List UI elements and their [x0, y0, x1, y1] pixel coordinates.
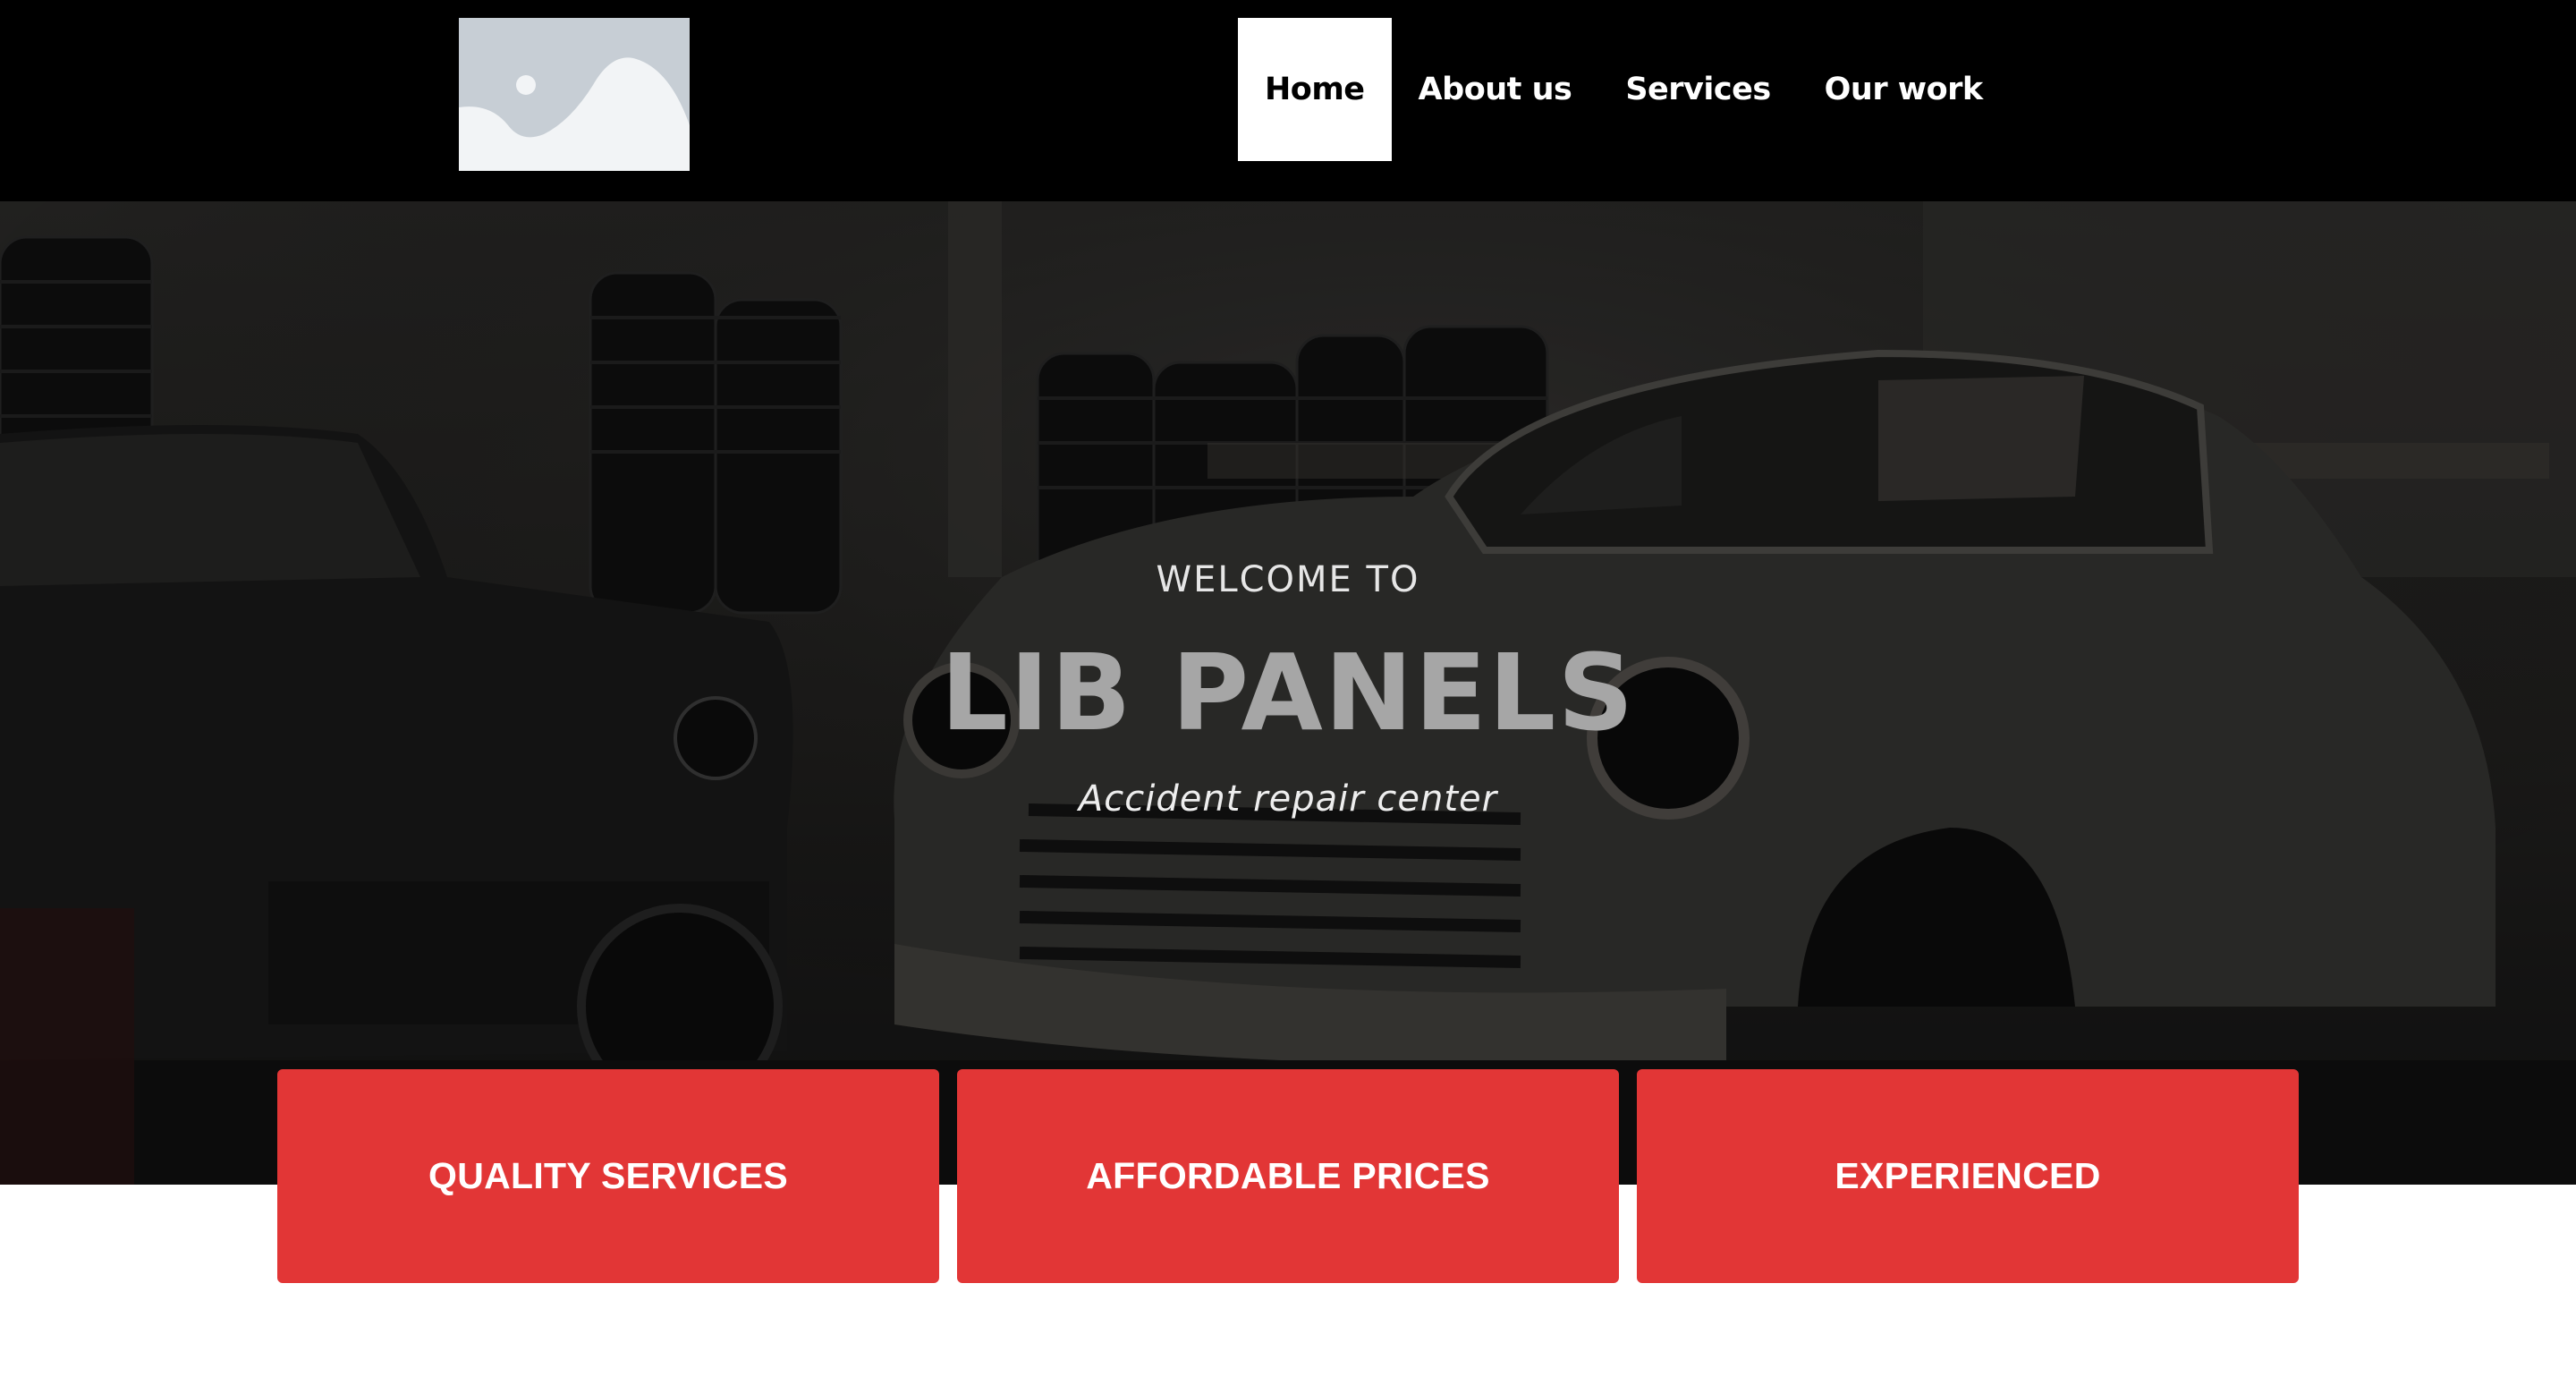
feature-label: QUALITY SERVICES: [428, 1155, 788, 1196]
site-header: Home About us Services Our work: [0, 0, 2576, 201]
hero-section: WELCOME TO LIB PANELS Accident repair ce…: [0, 201, 2576, 1185]
feature-box-quality-services: QUALITY SERVICES: [277, 1069, 939, 1283]
logo-image-placeholder-icon[interactable]: [459, 18, 690, 171]
hero-tagline: Accident repair center: [1078, 778, 1498, 820]
page: Home About us Services Our work WELCOME …: [0, 0, 2576, 1394]
nav-item-services[interactable]: Services: [1598, 18, 1797, 161]
hero-title: LIB PANELS: [940, 631, 1636, 754]
nav-item-home[interactable]: Home: [1238, 18, 1392, 161]
feature-boxes: QUALITY SERVICES AFFORDABLE PRICES EXPER…: [277, 1069, 2299, 1283]
main-nav: Home About us Services Our work: [1238, 18, 2010, 161]
feature-label: AFFORDABLE PRICES: [1086, 1155, 1490, 1196]
nav-item-about-us[interactable]: About us: [1392, 18, 1599, 161]
hero-welcome-text: WELCOME TO: [1156, 559, 1420, 600]
feature-label: EXPERIENCED: [1835, 1155, 2101, 1196]
feature-box-affordable-prices: AFFORDABLE PRICES: [957, 1069, 1619, 1283]
feature-box-experienced: EXPERIENCED: [1637, 1069, 2299, 1283]
nav-item-our-work[interactable]: Our work: [1798, 18, 2010, 161]
